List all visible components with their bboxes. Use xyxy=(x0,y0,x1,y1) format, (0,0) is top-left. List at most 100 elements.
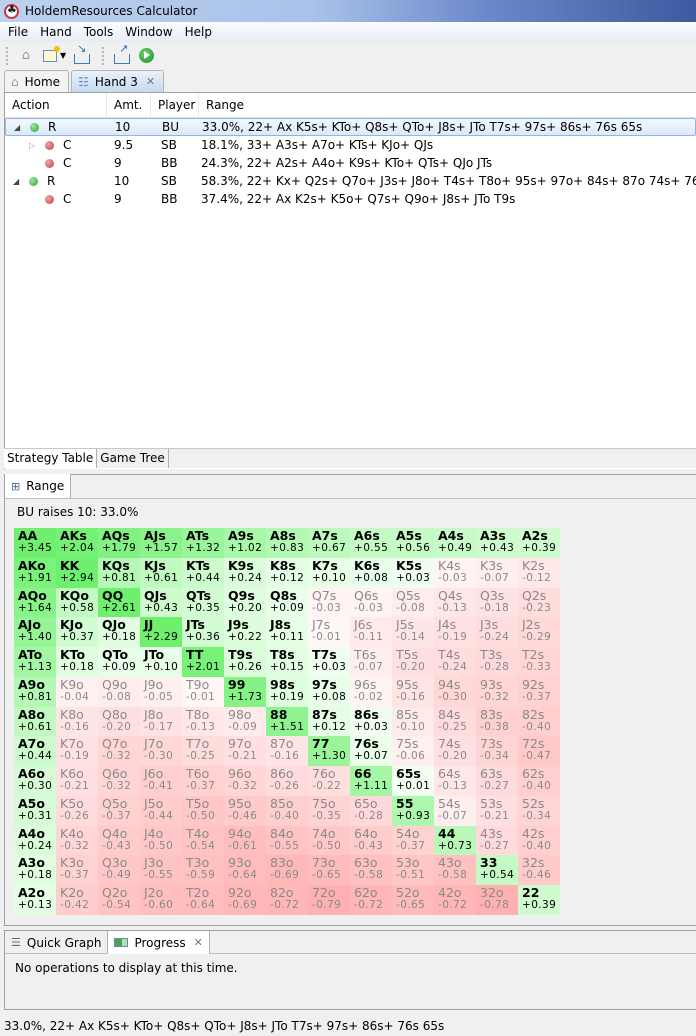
menu-window[interactable]: Window xyxy=(119,25,178,39)
hand-cell[interactable]: 63o -0.58 xyxy=(350,855,392,885)
hand-cell[interactable]: 86o -0.26 xyxy=(266,766,308,796)
expand-icon[interactable]: ▷ xyxy=(29,141,41,150)
hand-cell[interactable]: JJ +2.29 xyxy=(140,617,182,647)
hand-cell[interactable]: T2s -0.33 xyxy=(518,647,560,677)
hand-cell[interactable]: 73s -0.34 xyxy=(476,736,518,766)
hand-cell[interactable]: JTo +0.10 xyxy=(140,647,182,677)
hand-cell[interactable]: J5o -0.44 xyxy=(140,795,182,826)
hand-cell[interactable]: 97s +0.08 xyxy=(308,676,350,707)
menu-tools[interactable]: Tools xyxy=(78,25,120,39)
tab-strategy-table[interactable]: Strategy Table xyxy=(4,449,98,468)
hand-cell[interactable]: ATo +1.13 xyxy=(14,647,56,677)
hand-cell[interactable]: 93s -0.32 xyxy=(476,676,518,707)
run-button[interactable] xyxy=(136,46,156,66)
hand-cell[interactable]: KJs +0.61 xyxy=(140,557,182,588)
hand-cell[interactable]: 85s -0.10 xyxy=(392,706,434,737)
hand-cell[interactable]: T7s +0.03 xyxy=(308,647,350,677)
hand-cell[interactable]: Q8o -0.20 xyxy=(98,706,140,737)
hand-cell[interactable]: J2o -0.60 xyxy=(140,885,182,915)
hand-cell[interactable]: KQs +0.81 xyxy=(98,557,140,588)
hand-cell[interactable]: 42s -0.40 xyxy=(518,825,560,856)
hand-cell[interactable]: T8s +0.15 xyxy=(266,647,308,677)
hand-cell[interactable]: A9o +0.81 xyxy=(14,676,56,707)
hand-cell[interactable]: 94s -0.30 xyxy=(434,676,476,707)
collapse-icon[interactable]: ◢ xyxy=(13,177,25,186)
hand-cell[interactable]: 73o -0.65 xyxy=(308,855,350,885)
hand-cell[interactable]: A5o +0.31 xyxy=(14,795,56,826)
column-header-amount[interactable]: Amt. xyxy=(107,92,151,118)
hand-cell[interactable]: 88 +1.51 xyxy=(266,706,308,737)
hand-cell[interactable]: T4s -0.24 xyxy=(434,647,476,677)
hand-cell[interactable]: AJs +1.57 xyxy=(140,528,182,558)
hand-cell[interactable]: Q4s -0.13 xyxy=(434,587,476,618)
toolbar-grip[interactable] xyxy=(6,46,8,65)
hand-cell[interactable]: KTo +0.18 xyxy=(56,647,98,677)
hand-cell[interactable]: 65s +0.01 xyxy=(392,766,434,796)
hand-cell[interactable]: T8o -0.13 xyxy=(182,706,224,737)
hand-cell[interactable]: Q5s -0.08 xyxy=(392,587,434,618)
hand-cell[interactable]: 64o -0.43 xyxy=(350,825,392,856)
hand-cell[interactable]: Q6s -0.03 xyxy=(350,587,392,618)
hand-cell[interactable]: 95o -0.46 xyxy=(224,795,266,826)
hand-cell[interactable]: JTs +0.36 xyxy=(182,617,224,647)
hand-cell[interactable]: A4o +0.24 xyxy=(14,825,56,856)
hand-cell[interactable]: A2o +0.13 xyxy=(14,885,56,915)
tab-home[interactable]: ⌂ Home xyxy=(4,70,70,92)
hand-cell[interactable]: 64s -0.13 xyxy=(434,766,476,796)
hand-cell[interactable]: QTs +0.35 xyxy=(182,587,224,618)
hand-cell[interactable]: Q3s -0.18 xyxy=(476,587,518,618)
hand-cell[interactable]: K7o -0.19 xyxy=(56,736,98,766)
hand-cell[interactable]: 62o -0.72 xyxy=(350,885,392,915)
hand-cell[interactable]: A6s +0.55 xyxy=(350,528,392,558)
hand-cell[interactable]: T7o -0.25 xyxy=(182,736,224,766)
hand-cell[interactable]: 84o -0.55 xyxy=(266,825,308,856)
collapse-icon[interactable]: ◢ xyxy=(14,123,26,132)
hand-cell[interactable]: J3s -0.24 xyxy=(476,617,518,647)
hand-cell[interactable]: 92o -0.69 xyxy=(224,885,266,915)
hand-cell[interactable]: T5o -0.50 xyxy=(182,795,224,826)
hand-cell[interactable]: K3s -0.07 xyxy=(476,557,518,588)
column-header-action[interactable]: Action xyxy=(5,92,107,118)
hand-cell[interactable]: QTo +0.09 xyxy=(98,647,140,677)
hand-cell[interactable]: K6s +0.08 xyxy=(350,557,392,588)
hand-cell[interactable]: A2s +0.39 xyxy=(518,528,560,558)
hand-cell[interactable]: KJo +0.37 xyxy=(56,617,98,647)
table-row[interactable]: ▷ C 9.5 SB 18.1%, 33+ A3s+ A7o+ KTs+ KJo+ QJ… xyxy=(5,136,696,154)
toolbar-grip[interactable] xyxy=(102,46,105,65)
hand-cell[interactable]: 98o -0.09 xyxy=(224,706,266,737)
hand-cell[interactable]: T2o -0.64 xyxy=(182,885,224,915)
hand-cell[interactable]: 83s -0.38 xyxy=(476,706,518,737)
close-icon[interactable]: ✕ xyxy=(146,75,155,88)
hand-cell[interactable]: 74o -0.50 xyxy=(308,825,350,856)
hand-cell[interactable]: QQ +2.61 xyxy=(98,587,140,618)
hand-cell[interactable]: 96o -0.32 xyxy=(224,766,266,796)
tab-game-tree[interactable]: Game Tree xyxy=(97,449,169,468)
hand-cell[interactable]: ATs +1.32 xyxy=(182,528,224,558)
hand-cell[interactable]: 54s -0.07 xyxy=(434,795,476,826)
hand-cell[interactable]: 52s -0.34 xyxy=(518,795,560,826)
hand-cell[interactable]: A4s +0.49 xyxy=(434,528,476,558)
hand-cell[interactable]: K5o -0.26 xyxy=(56,795,98,826)
hand-cell[interactable]: T9o -0.01 xyxy=(182,676,224,707)
hand-cell[interactable]: 97o -0.21 xyxy=(224,736,266,766)
hand-cell[interactable]: K8o -0.16 xyxy=(56,706,98,737)
hand-cell[interactable]: A8s +0.83 xyxy=(266,528,308,558)
hand-cell[interactable]: A8o +0.61 xyxy=(14,706,56,737)
hand-cell[interactable]: T4o -0.54 xyxy=(182,825,224,856)
hand-cell[interactable]: QJo +0.18 xyxy=(98,617,140,647)
table-row[interactable]: C 9 BB 37.4%, 22+ Ax K2s+ K5o+ Q7s+ Q9o+ J8… xyxy=(5,190,696,208)
hand-cell[interactable]: T6o -0.37 xyxy=(182,766,224,796)
hand-cell[interactable]: KQo +0.58 xyxy=(56,587,98,618)
menu-file[interactable]: File xyxy=(2,25,34,39)
hand-cell[interactable]: 98s +0.19 xyxy=(266,676,308,707)
hand-cell[interactable]: 44 +0.73 xyxy=(434,825,476,856)
hand-cell[interactable]: T3s -0.28 xyxy=(476,647,518,677)
hand-cell[interactable]: 87o -0.16 xyxy=(266,736,308,766)
hand-cell[interactable]: 82o -0.72 xyxy=(266,885,308,915)
hand-cell[interactable]: A9s +1.02 xyxy=(224,528,266,558)
hand-cell[interactable]: A3s +0.43 xyxy=(476,528,518,558)
hand-cell[interactable]: 82s -0.40 xyxy=(518,706,560,737)
hand-cell[interactable]: 76s +0.07 xyxy=(350,736,392,766)
hand-cell[interactable]: Q2s -0.23 xyxy=(518,587,560,618)
hand-cell[interactable]: TT +2.01 xyxy=(182,647,224,677)
